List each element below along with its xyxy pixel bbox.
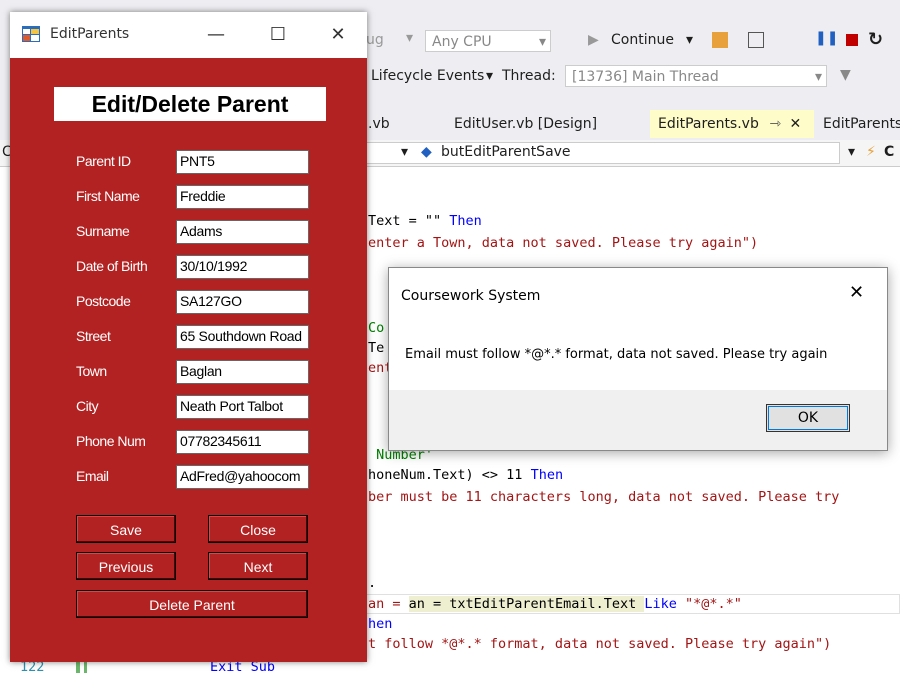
- phone-num-label: Phone Num: [76, 433, 146, 449]
- screenshot-icon[interactable]: [748, 32, 764, 48]
- pin-icon[interactable]: ⇾: [769, 116, 781, 132]
- tab-partial[interactable]: .vb: [360, 110, 440, 138]
- play-icon[interactable]: ▶: [588, 32, 599, 48]
- town-label: Town: [76, 363, 107, 379]
- chevron-down-icon: ▾: [538, 34, 546, 50]
- code-line: honeNum.Text) <> 11 Then: [368, 467, 564, 483]
- platform-combo[interactable]: Any CPU ▾: [425, 30, 551, 52]
- date-of-birth-label: Date of Birth: [76, 258, 148, 274]
- thread-combo[interactable]: [13736] Main Thread ▾: [565, 65, 827, 87]
- tab-editparents-vb[interactable]: EditParents.vb ⇾ ✕: [650, 110, 814, 138]
- delete-parent-button[interactable]: Delete Parent: [76, 590, 308, 618]
- message-dialog: Coursework System ✕ Email must follow *@…: [388, 267, 888, 451]
- town-field[interactable]: Baglan: [176, 360, 309, 384]
- email-label: Email: [76, 468, 109, 484]
- chevron-down-icon: ▾: [401, 144, 409, 160]
- city-label: City: [76, 398, 99, 414]
- parent-id-label: Parent ID: [76, 153, 131, 169]
- chevron-down-icon[interactable]: ▾: [848, 144, 855, 160]
- nav-partial-text: C: [884, 144, 895, 160]
- window-titlebar[interactable]: EditParents — ☐ ✕: [10, 12, 367, 58]
- edit-parents-window: EditParents — ☐ ✕ Edit/Delete Parent Par…: [10, 12, 367, 662]
- minimize-icon[interactable]: —: [196, 20, 236, 50]
- tab-label: EditParents.vb: [658, 116, 759, 132]
- code-line: an = an = txtEditParentEmail.Text Like "…: [368, 596, 742, 612]
- form-heading: Edit/Delete Parent: [54, 87, 326, 121]
- tab-editparents[interactable]: EditParents: [815, 110, 900, 138]
- config-combo[interactable]: ug: [366, 32, 384, 48]
- chevron-down-icon[interactable]: ▾: [686, 32, 693, 48]
- close-icon[interactable]: ✕: [318, 20, 358, 50]
- dialog-message: Email must follow *@*.* format, data not…: [405, 347, 828, 362]
- code-line: Te: [368, 340, 385, 356]
- next-button[interactable]: Next: [208, 552, 308, 580]
- phone-num-field[interactable]: 07782345611: [176, 430, 309, 454]
- code-line: hen: [368, 616, 393, 632]
- parent-id-field[interactable]: PNT5: [176, 150, 309, 174]
- maximize-icon[interactable]: ☐: [258, 20, 298, 50]
- lifecycle-events-menu[interactable]: Lifecycle Events: [371, 68, 484, 84]
- chevron-down-icon: ▾: [814, 69, 822, 85]
- surname-label: Surname: [76, 223, 130, 239]
- street-field[interactable]: 65 Southdown Road: [176, 325, 309, 349]
- close-icon[interactable]: ✕: [849, 282, 864, 303]
- code-line: Text = "" Then: [368, 213, 482, 229]
- postcode-label: Postcode: [76, 293, 131, 309]
- first-name-field[interactable]: Freddie: [176, 185, 309, 209]
- code-line: Co: [368, 320, 385, 336]
- stop-icon[interactable]: [846, 34, 858, 46]
- postcode-field[interactable]: SA127GO: [176, 290, 309, 314]
- app-form-icon: [22, 26, 40, 42]
- city-field[interactable]: Neath Port Talbot: [176, 395, 309, 419]
- filter-icon[interactable]: ▼: [840, 67, 851, 83]
- restart-icon[interactable]: ↻: [868, 29, 883, 50]
- email-field[interactable]: AdFred@yahoocom: [176, 465, 309, 489]
- code-line: ber must be 11 characters long, data not…: [368, 489, 840, 505]
- window-title: EditParents: [50, 26, 130, 42]
- member-name: butEditParentSave: [441, 144, 571, 160]
- dialog-title: Coursework System: [401, 288, 541, 304]
- street-label: Street: [76, 328, 111, 344]
- save-button[interactable]: Save: [76, 515, 176, 543]
- close-button[interactable]: Close: [208, 515, 308, 543]
- thread-label: Thread:: [502, 68, 556, 84]
- close-icon[interactable]: ✕: [789, 116, 801, 132]
- chevron-down-icon[interactable]: ▾: [406, 30, 413, 46]
- code-line: .: [368, 575, 377, 591]
- code-line: t follow *@*.* format, data not saved. P…: [368, 636, 832, 652]
- continue-button[interactable]: Continue: [611, 32, 674, 48]
- previous-button[interactable]: Previous: [76, 552, 176, 580]
- lightning-icon: ⚡: [866, 144, 876, 160]
- tab-edituser-design[interactable]: EditUser.vb [Design]: [446, 110, 642, 138]
- process-icon[interactable]: [712, 32, 728, 48]
- event-icon: ◆: [421, 144, 432, 160]
- date-of-birth-field[interactable]: 30/10/1992: [176, 255, 309, 279]
- surname-field[interactable]: Adams: [176, 220, 309, 244]
- ok-button[interactable]: OK: [766, 404, 850, 432]
- pause-icon[interactable]: ❚❚: [815, 30, 838, 46]
- member-dropdown[interactable]: ▾ ◆ butEditParentSave: [360, 142, 840, 164]
- first-name-label: First Name: [76, 188, 140, 204]
- chevron-down-icon[interactable]: ▾: [486, 68, 493, 84]
- code-line: enter a Town, data not saved. Please try…: [368, 235, 759, 251]
